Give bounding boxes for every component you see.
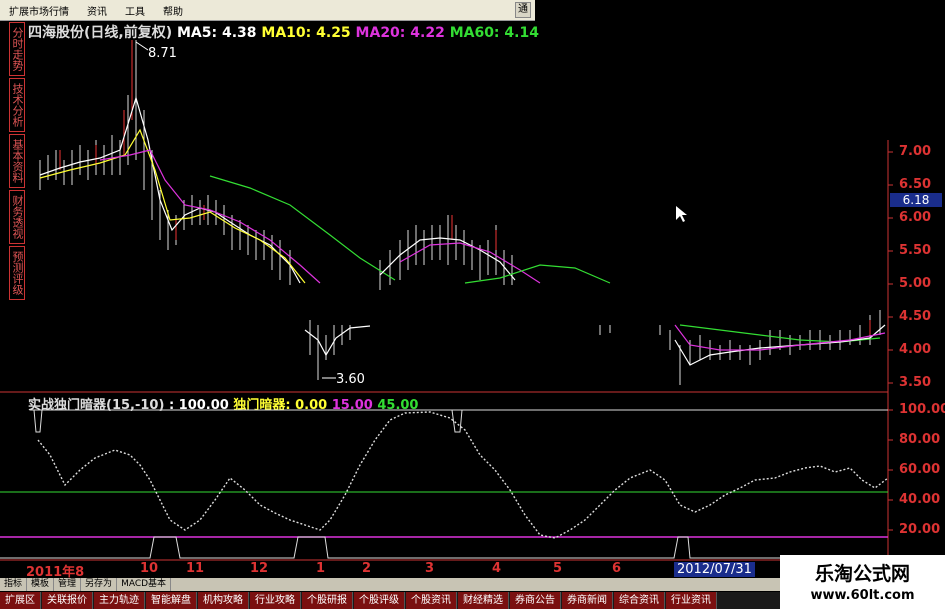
ma60-line [209,175,396,281]
tab-template[interactable]: 模板 [27,578,55,591]
indicator-tick: 60.00 [899,462,941,477]
ma20-line [99,149,321,284]
ma60-line-mid [464,264,611,284]
price-tick: 4.00 [899,342,932,357]
time-tick: 11 [186,561,205,576]
nav-item[interactable]: 扩展区 [0,592,41,609]
nav-item[interactable]: 主力轨迹 [94,592,145,609]
nav-item[interactable]: 智能解盘 [146,592,197,609]
time-tick: 12 [250,561,269,576]
time-axis: 2011年8 10 11 12 1 2 3 4 5 6 [0,561,890,580]
time-tick: 10 [140,561,159,576]
nav-item[interactable]: 券商新闻 [562,592,613,609]
low-price-label: 3.60 [336,372,365,387]
chart-canvas[interactable]: 8.71 3.60 [0,0,945,609]
nav-item[interactable]: 个股评级 [354,592,405,609]
time-tick: 3 [425,561,435,576]
time-tick: 5 [553,561,563,576]
indicator-tick: 100.00 [899,402,945,417]
high-pointer [135,41,149,51]
indicator-tabs: 指标 模板 管理 另存为 MACD基本 [0,578,780,591]
nav-item[interactable]: 关联报价 [42,592,93,609]
indicator-tick: 80.00 [899,432,941,447]
tab-macd[interactable]: MACD基本 [117,578,172,591]
tab-save-as[interactable]: 另存为 [81,578,118,591]
watermark: 乐淘公式网 www.60lt.com [780,555,945,609]
price-tick: 7.00 [899,144,932,159]
nav-item[interactable]: 综合资讯 [614,592,665,609]
mouse-cursor-icon [676,206,687,222]
price-tick: 6.00 [899,210,932,225]
ma5-line-low [304,325,371,357]
time-tick: 2 [362,561,372,576]
indicator-step-top [30,409,463,433]
cursor-date-badge: 2012/07/31 [674,562,755,577]
nav-item[interactable]: 个股资讯 [406,592,457,609]
price-tick: 6.50 [899,177,932,192]
bottom-nav: 扩展区 关联报价 主力轨迹 智能解盘 机构攻略 行业攻略 个股研报 个股评级 个… [0,592,780,609]
time-tick: 6 [612,561,622,576]
price-tick: 5.50 [899,243,932,258]
ma20-line-mid [399,242,541,284]
indicator-step-bottom [0,536,888,559]
indicator-tick: 20.00 [899,522,941,537]
tab-manage[interactable]: 管理 [54,578,82,591]
price-tick: 3.50 [899,375,932,390]
red-candles [59,40,871,335]
watermark-url: www.60lt.com [810,588,915,603]
price-tick: 5.00 [899,276,932,291]
ma5-line [39,95,301,284]
watermark-name: 乐淘公式网 [814,563,910,585]
nav-item[interactable]: 行业资讯 [666,592,717,609]
nav-item[interactable]: 行业攻略 [250,592,301,609]
time-tick: 4 [492,561,502,576]
current-price-badge: 6.18 [890,193,942,207]
indicator-tick: 40.00 [899,492,941,507]
tab-indicator[interactable]: 指标 [0,578,28,591]
nav-item[interactable]: 券商公告 [510,592,561,609]
high-price-label: 8.71 [148,46,177,61]
indicator-curve [37,411,889,539]
time-tick: 1 [316,561,326,576]
nav-item[interactable]: 机构攻略 [198,592,249,609]
nav-item[interactable]: 财经精选 [458,592,509,609]
price-tick: 4.50 [899,309,932,324]
candles [39,40,881,385]
nav-item[interactable]: 个股研报 [302,592,353,609]
